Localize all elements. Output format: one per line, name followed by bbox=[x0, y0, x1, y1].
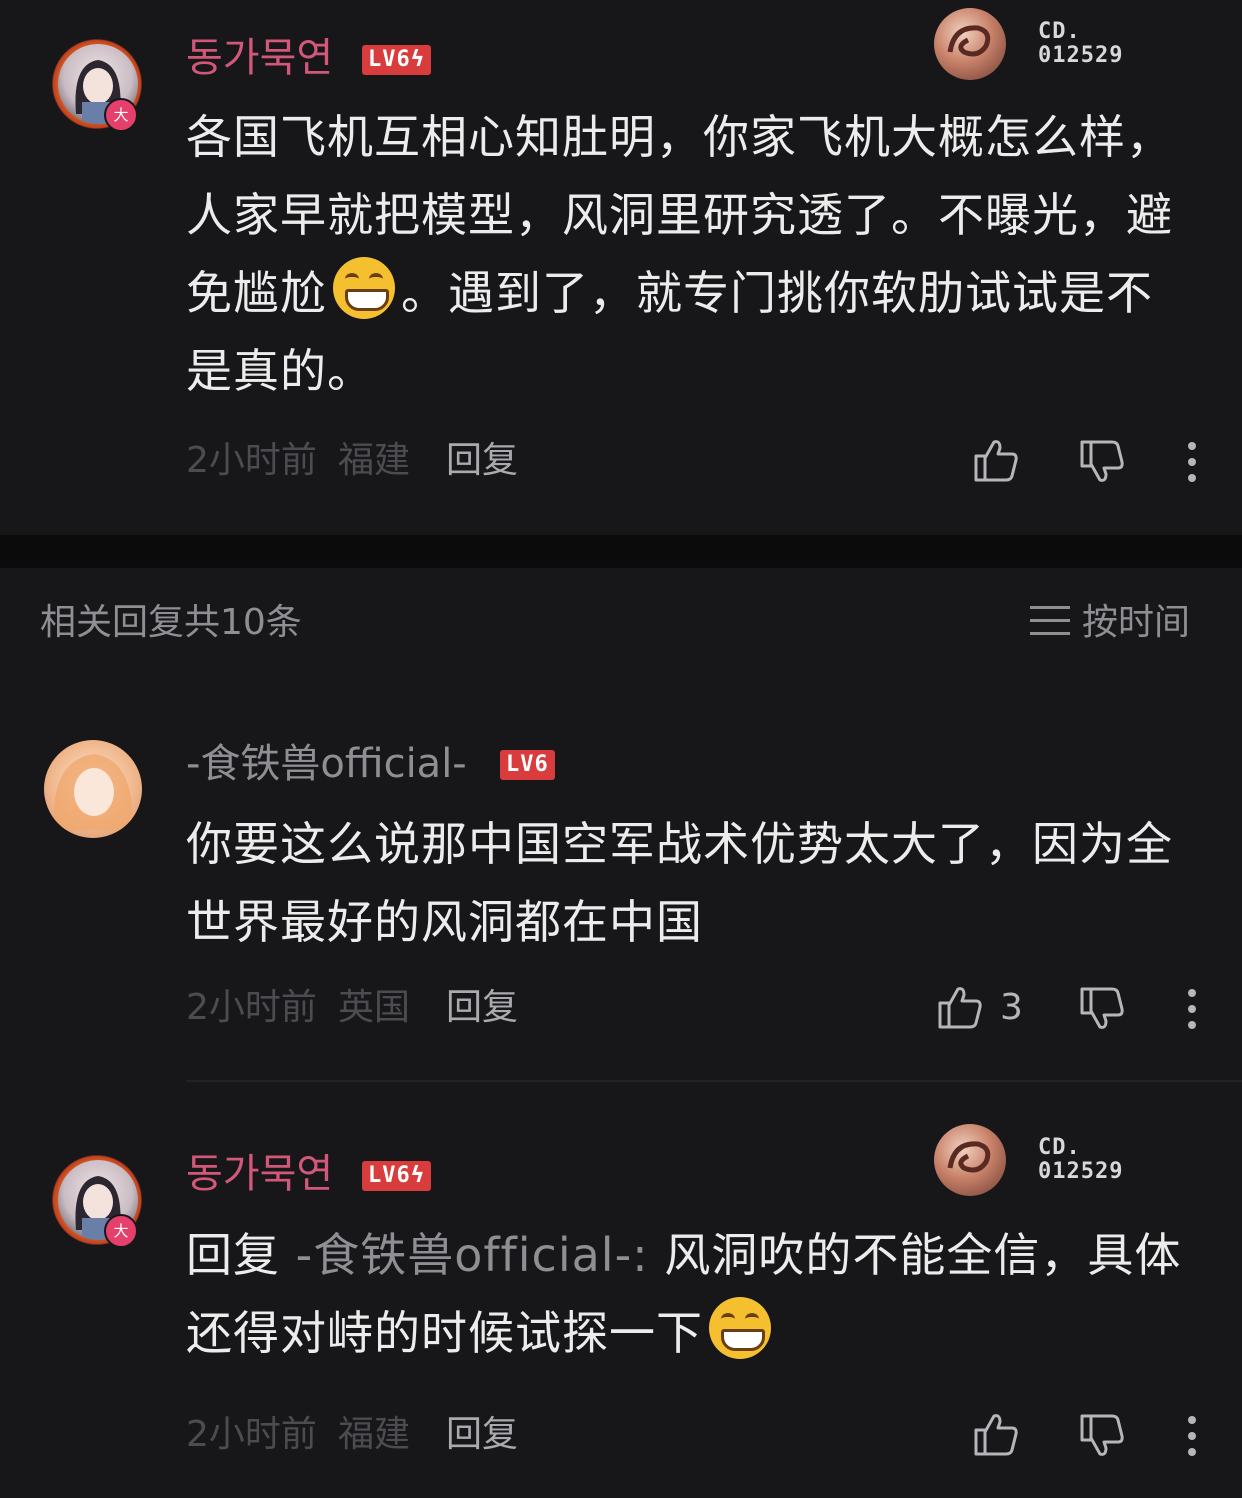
lightning-icon: ϟ bbox=[410, 47, 425, 72]
medal-code-line-2: 012529 bbox=[1038, 43, 1124, 68]
avatar-badge: 大 bbox=[104, 1214, 138, 1248]
medal-icon[interactable] bbox=[934, 8, 1006, 80]
thumbs-down-icon[interactable] bbox=[1078, 438, 1126, 486]
sort-label: 按时间 bbox=[1082, 602, 1191, 643]
medal-code-line-1: CD. bbox=[1038, 19, 1081, 44]
thumbs-up-icon[interactable] bbox=[972, 436, 1020, 484]
reply-divider bbox=[186, 1080, 1242, 1082]
comment-time: 2小时前 bbox=[186, 440, 317, 481]
more-icon[interactable] bbox=[1182, 440, 1202, 484]
avatar[interactable] bbox=[44, 740, 142, 838]
medal-code: CD. 012529 bbox=[1038, 1136, 1123, 1184]
level-text: LV6 bbox=[368, 1163, 411, 1188]
reply-prefix: 回复 bbox=[186, 1228, 280, 1282]
medal-swirl bbox=[947, 1141, 991, 1173]
comment-time: 2小时前 bbox=[186, 987, 317, 1028]
username[interactable]: 동가묵연 bbox=[186, 34, 333, 82]
sort-button[interactable]: 按时间 bbox=[1030, 601, 1190, 645]
comment-time: 2小时前 bbox=[186, 1414, 317, 1455]
thumbs-up-icon[interactable] bbox=[972, 1410, 1020, 1458]
medal-code-line-1: CD. bbox=[1038, 1135, 1081, 1160]
medal-icon[interactable] bbox=[934, 1124, 1006, 1196]
avatar-badge: 大 bbox=[104, 98, 138, 132]
level-badge: LV6ϟ bbox=[362, 1161, 431, 1191]
more-icon[interactable] bbox=[1182, 1414, 1202, 1458]
comment-location: 英国 bbox=[338, 987, 411, 1028]
thumbs-up-icon[interactable] bbox=[936, 983, 984, 1031]
reply-button[interactable]: 回复 bbox=[446, 439, 518, 483]
reply-button[interactable]: 回复 bbox=[446, 1413, 518, 1457]
reply-button[interactable]: 回复 bbox=[446, 986, 518, 1030]
comment-location: 福建 bbox=[338, 440, 411, 481]
medal-code: CD. 012529 bbox=[1038, 20, 1123, 68]
list-icon bbox=[1030, 606, 1070, 635]
like-count: 3 bbox=[1000, 987, 1023, 1028]
lightning-icon: ϟ bbox=[410, 1163, 425, 1188]
thumbs-down-icon[interactable] bbox=[1078, 985, 1126, 1033]
medal-swirl bbox=[947, 25, 991, 57]
username[interactable]: -食铁兽official- bbox=[186, 740, 467, 788]
avatar-anime-illustration bbox=[53, 754, 133, 830]
grinning-emoji-icon bbox=[709, 1297, 771, 1359]
comment-text: 各国飞机互相心知肚明，你家飞机大概怎么样，人家早就把模型，风洞里研究透了。不曝光… bbox=[186, 98, 1196, 410]
thumbs-down-icon[interactable] bbox=[1078, 1412, 1126, 1460]
grinning-emoji-icon bbox=[333, 257, 395, 319]
section-divider bbox=[0, 535, 1242, 568]
replies-count-title: 相关回复共10条 bbox=[40, 602, 302, 643]
level-badge: LV6 bbox=[500, 750, 555, 780]
level-badge: LV6ϟ bbox=[362, 45, 431, 75]
level-text: LV6 bbox=[368, 47, 411, 72]
username[interactable]: 동가묵연 bbox=[186, 1150, 333, 1198]
comment-location: 福建 bbox=[338, 1414, 411, 1455]
more-icon[interactable] bbox=[1182, 987, 1202, 1031]
comment-text: 回复 -食铁兽official-: 风洞吹的不能全信，具体还得对峙的时候试探一下 bbox=[186, 1216, 1196, 1372]
comment-text-part-2: 。遇到了，就专门挑你软肋试试是不是真的。 bbox=[186, 266, 1153, 398]
medal-code-line-2: 012529 bbox=[1038, 1159, 1124, 1184]
comment-text: 你要这么说那中国空军战术优势太大了，因为全世界最好的风洞都在中国 bbox=[186, 817, 1173, 949]
reply-target[interactable]: -食铁兽official-: bbox=[296, 1228, 649, 1282]
